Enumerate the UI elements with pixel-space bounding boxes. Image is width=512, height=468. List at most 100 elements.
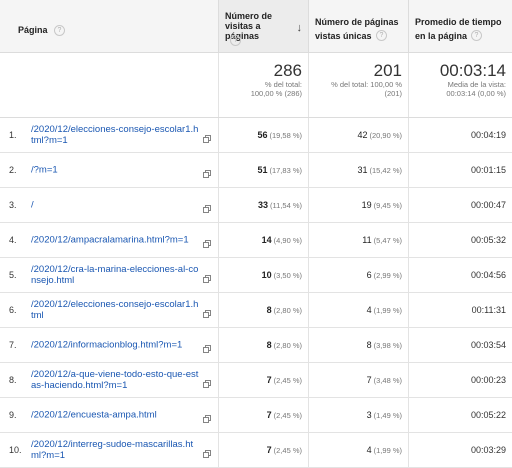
avgtime-cell: 00:11:31 xyxy=(408,293,512,327)
header-unique-pageviews[interactable]: Número de páginas vistas únicas ? xyxy=(308,0,408,52)
avgtime-value: 00:03:29 xyxy=(470,445,506,455)
pageviews-cell: 14 (4,90 %) xyxy=(218,223,308,257)
row-index: 1. xyxy=(9,130,17,140)
page-link[interactable]: /2020/12/cra-la-marina-elecciones-al-con… xyxy=(31,264,199,286)
page-link[interactable]: /?m=1 xyxy=(31,165,199,176)
total-unique-value: 201 xyxy=(373,61,402,80)
table-row: 4. /2020/12/ampacralamarina.html?m=1 14 (4,… xyxy=(0,223,512,258)
page-link[interactable]: /2020/12/interreg-sudoe-mascarillas.html… xyxy=(31,439,199,461)
header-avg-time[interactable]: Promedio de tiempo en la página ? xyxy=(408,0,512,52)
pageviews-cell: 51 (17,83 %) xyxy=(218,153,308,187)
pageviews-value: 7 xyxy=(266,375,272,385)
total-pageviews: 286 % del total: 100,00 % (286) xyxy=(218,53,308,117)
unique-value: 42 xyxy=(357,130,368,140)
unique-cell: 7 (3,48 %) xyxy=(308,363,408,397)
page-link[interactable]: /2020/12/a-que-viene-todo-esto-que-estas… xyxy=(31,369,199,391)
total-unique: 201 % del total: 100,00 % (201) xyxy=(308,53,408,117)
avgtime-cell: 00:00:23 xyxy=(408,363,512,397)
avgtime-cell: 00:03:54 xyxy=(408,328,512,362)
page-link[interactable]: /2020/12/elecciones-consejo-escolar1.htm… xyxy=(31,299,199,321)
pageviews-value: 14 xyxy=(261,235,272,245)
unique-pct: (3,48 %) xyxy=(373,376,402,385)
unique-value: 31 xyxy=(357,165,368,175)
open-external-icon[interactable] xyxy=(203,270,211,283)
avgtime-cell: 00:00:47 xyxy=(408,188,512,222)
pageviews-cell: 8 (2,80 %) xyxy=(218,293,308,327)
table-row: 2./?m=1 51 (17,83 %) 31 (15,42 %) 00:01:15 xyxy=(0,153,512,188)
pageviews-pct: (2,45 %) xyxy=(273,446,302,455)
pageviews-cell: 10 (3,50 %) xyxy=(218,258,308,292)
table-header: Página ? Número de visitas a páginas ? ↓… xyxy=(0,0,512,53)
help-icon[interactable]: ? xyxy=(471,30,482,41)
table-row: 6. /2020/12/elecciones-consejo-escolar1.h… xyxy=(0,293,512,328)
pageviews-pct: (11,54 %) xyxy=(270,201,302,210)
pageviews-value: 51 xyxy=(257,165,268,175)
pageviews-value: 7 xyxy=(266,410,272,420)
header-avgtime-label: Promedio de tiempo en la página xyxy=(415,17,502,41)
page-link[interactable]: /2020/12/ampacralamarina.html?m=1 xyxy=(31,235,199,246)
open-external-icon[interactable] xyxy=(203,445,211,458)
page-link[interactable]: /2020/12/elecciones-consejo-escolar1.htm… xyxy=(31,124,199,146)
help-icon[interactable]: ? xyxy=(230,35,241,46)
unique-value: 8 xyxy=(366,340,372,350)
analytics-table: Página ? Número de visitas a páginas ? ↓… xyxy=(0,0,512,468)
row-index: 5. xyxy=(9,270,17,280)
avgtime-value: 00:01:15 xyxy=(470,165,506,175)
pageviews-cell: 8 (2,80 %) xyxy=(218,328,308,362)
help-icon[interactable]: ? xyxy=(376,30,387,41)
pageviews-pct: (3,50 %) xyxy=(273,271,302,280)
unique-pct: (9,45 %) xyxy=(373,201,402,210)
open-external-icon[interactable] xyxy=(203,410,211,423)
avgtime-value: 00:11:31 xyxy=(471,305,506,315)
row-index: 6. xyxy=(9,305,17,315)
unique-value: 7 xyxy=(366,375,372,385)
pageviews-value: 56 xyxy=(257,130,268,140)
avgtime-cell: 00:04:56 xyxy=(408,258,512,292)
unique-cell: 19 (9,45 %) xyxy=(308,188,408,222)
avgtime-cell: 00:01:15 xyxy=(408,153,512,187)
unique-cell: 6 (2,99 %) xyxy=(308,258,408,292)
table-row: 10. /2020/12/interreg-sudoe-mascarillas.h… xyxy=(0,433,512,468)
open-external-icon[interactable] xyxy=(203,130,211,143)
open-external-icon[interactable] xyxy=(203,375,211,388)
unique-value: 4 xyxy=(366,445,372,455)
unique-pct: (1,99 %) xyxy=(373,446,402,455)
header-page[interactable]: Página ? xyxy=(0,0,218,52)
avgtime-value: 00:00:47 xyxy=(470,200,506,210)
header-pageviews[interactable]: Número de visitas a páginas ? ↓ xyxy=(218,0,308,52)
table-row: 7./2020/12/informacionblog.html?m=1 8 (2,8… xyxy=(0,328,512,363)
avgtime-value: 00:04:19 xyxy=(470,130,506,140)
help-icon[interactable]: ? xyxy=(54,25,65,36)
pageviews-pct: (2,80 %) xyxy=(273,341,302,350)
open-external-icon[interactable] xyxy=(203,200,211,213)
pageviews-pct: (2,45 %) xyxy=(273,376,302,385)
row-index: 10. xyxy=(9,445,22,455)
total-avgtime-value: 00:03:14 xyxy=(439,61,506,80)
open-external-icon[interactable] xyxy=(203,165,211,178)
row-index: 4. xyxy=(9,235,17,245)
open-external-icon[interactable] xyxy=(203,305,211,318)
page-link[interactable]: /2020/12/informacionblog.html?m=1 xyxy=(31,340,199,351)
unique-cell: 4 (1,99 %) xyxy=(308,293,408,327)
total-pageviews-value: 286 xyxy=(273,61,302,80)
totals-row: 286 % del total: 100,00 % (286) 201 % de… xyxy=(0,53,512,118)
unique-pct: (1,49 %) xyxy=(373,411,402,420)
unique-pct: (15,42 %) xyxy=(369,166,402,175)
open-external-icon[interactable] xyxy=(203,235,211,248)
page-link[interactable]: /2020/12/encuesta-ampa.html xyxy=(31,410,199,421)
unique-value: 19 xyxy=(361,200,372,210)
avgtime-cell: 00:03:29 xyxy=(408,433,512,467)
open-external-icon[interactable] xyxy=(203,340,211,353)
unique-value: 6 xyxy=(366,270,372,280)
unique-cell: 4 (1,99 %) xyxy=(308,433,408,467)
pageviews-pct: (4,90 %) xyxy=(273,236,302,245)
sort-desc-icon[interactable]: ↓ xyxy=(297,22,303,34)
avgtime-cell: 00:05:22 xyxy=(408,398,512,432)
avgtime-cell: 00:05:32 xyxy=(408,223,512,257)
page-link[interactable]: / xyxy=(31,200,199,211)
avgtime-value: 00:04:56 xyxy=(470,270,506,280)
pageviews-value: 7 xyxy=(266,445,272,455)
table-row: 8. /2020/12/a-que-viene-todo-esto-que-est… xyxy=(0,363,512,398)
avgtime-cell: 00:04:19 xyxy=(408,118,512,152)
unique-pct: (20,90 %) xyxy=(369,131,402,140)
